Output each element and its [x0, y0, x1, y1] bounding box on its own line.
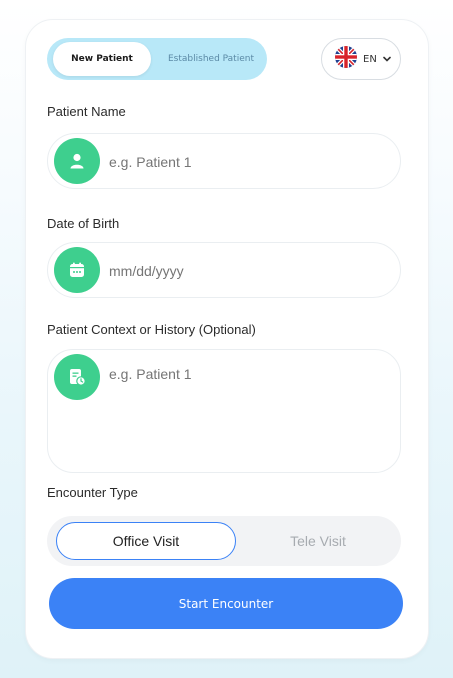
- date-of-birth-input[interactable]: [109, 261, 379, 281]
- start-encounter-button[interactable]: Start Encounter: [49, 578, 403, 629]
- patient-context-input[interactable]: [109, 366, 389, 456]
- user-icon: [54, 138, 100, 184]
- tele-visit-option[interactable]: Tele Visit: [243, 522, 393, 560]
- chevron-down-icon: [383, 55, 391, 64]
- patient-name-label: Patient Name: [47, 104, 126, 119]
- date-of-birth-label: Date of Birth: [47, 216, 120, 231]
- encounter-type-label: Encounter Type: [47, 485, 138, 500]
- language-code: EN: [363, 53, 377, 65]
- date-of-birth-field[interactable]: [47, 242, 401, 298]
- patient-context-field[interactable]: [47, 349, 401, 473]
- patient-name-input[interactable]: [109, 152, 379, 172]
- language-selector[interactable]: EN: [321, 38, 401, 80]
- patient-name-field[interactable]: [47, 133, 401, 189]
- encounter-type-selector: Office Visit Tele Visit: [47, 516, 401, 566]
- office-visit-option[interactable]: Office Visit: [56, 522, 236, 560]
- patient-context-label: Patient Context or History (Optional): [47, 322, 256, 337]
- new-patient-option[interactable]: New Patient: [53, 42, 151, 76]
- clipboard-history-icon: [54, 354, 100, 400]
- calendar-icon: [54, 247, 100, 293]
- patient-type-toggle: New Patient Established Patient: [47, 38, 267, 80]
- uk-flag-icon: [335, 46, 357, 72]
- patient-form-card: New Patient Established Patient EN Patie…: [25, 19, 429, 659]
- established-patient-option[interactable]: Established Patient: [159, 42, 263, 76]
